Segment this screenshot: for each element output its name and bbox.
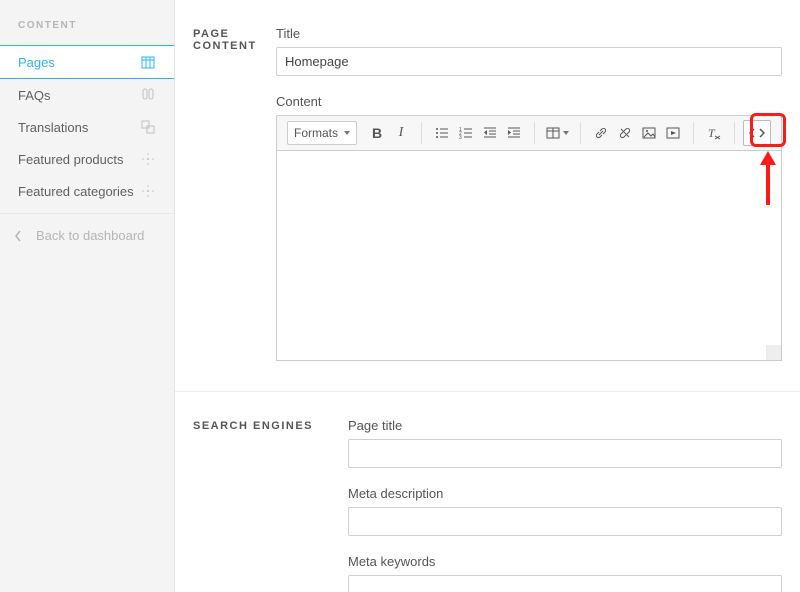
sidebar-item-pages[interactable]: Pages [0, 45, 174, 79]
svg-text:3: 3 [459, 135, 462, 140]
sidebar-heading: CONTENT [0, 20, 174, 45]
target-icon [140, 183, 156, 199]
main-content: PAGE CONTENT Title Content Formats [175, 0, 800, 592]
sidebar-item-label: FAQs [18, 88, 51, 103]
chevron-left-icon [14, 230, 22, 242]
sidebar-item-featured-categories[interactable]: Featured categories [0, 175, 174, 207]
toolbar-separator [421, 122, 422, 144]
rich-text-editor: Formats B I [276, 115, 782, 361]
chevron-down-icon [344, 131, 350, 135]
table-button[interactable] [543, 121, 572, 145]
sidebar: CONTENT Pages FAQs Translations Featured… [0, 0, 175, 592]
toolbar-separator [693, 122, 694, 144]
sidebar-item-featured-products[interactable]: Featured products [0, 143, 174, 175]
sidebar-item-faqs[interactable]: FAQs [0, 79, 174, 111]
calendar-icon [140, 54, 156, 70]
image-button[interactable] [637, 121, 661, 145]
page-title-input[interactable] [348, 439, 782, 468]
italic-button[interactable]: I [389, 121, 413, 145]
source-code-button[interactable] [743, 120, 771, 146]
section-page-content: PAGE CONTENT Title Content Formats [175, 0, 800, 392]
content-label: Content [276, 94, 782, 109]
faqs-icon [140, 87, 156, 103]
meta-description-input[interactable] [348, 507, 782, 536]
section-heading: PAGE CONTENT [193, 26, 276, 361]
sidebar-item-label: Featured products [18, 152, 124, 167]
bullet-list-button[interactable] [430, 121, 454, 145]
meta-description-label: Meta description [348, 486, 782, 501]
sidebar-item-label: Translations [18, 120, 88, 135]
formats-dropdown[interactable]: Formats [287, 121, 357, 145]
back-to-dashboard[interactable]: Back to dashboard [0, 213, 174, 257]
formats-label: Formats [294, 126, 338, 140]
content-textarea[interactable] [276, 151, 782, 361]
editor-toolbar: Formats B I [276, 115, 782, 151]
title-label: Title [276, 26, 782, 41]
sidebar-item-label: Pages [18, 55, 55, 70]
svg-text:T: T [708, 126, 716, 140]
section-search-engines: SEARCH ENGINES Page title Meta descripti… [175, 392, 800, 592]
sidebar-item-label: Featured categories [18, 184, 134, 199]
meta-keywords-label: Meta keywords [348, 554, 782, 569]
media-button[interactable] [661, 121, 685, 145]
indent-button[interactable] [502, 121, 526, 145]
toolbar-separator [734, 122, 735, 144]
sidebar-item-translations[interactable]: Translations [0, 111, 174, 143]
unlink-button[interactable] [613, 121, 637, 145]
title-input[interactable] [276, 47, 782, 76]
clear-formatting-button[interactable]: T [702, 121, 726, 145]
section-heading: SEARCH ENGINES [193, 418, 348, 592]
back-label: Back to dashboard [36, 228, 144, 243]
numbered-list-button[interactable]: 123 [454, 121, 478, 145]
outdent-button[interactable] [478, 121, 502, 145]
link-button[interactable] [589, 121, 613, 145]
bold-button[interactable]: B [365, 121, 389, 145]
page-title-label: Page title [348, 418, 782, 433]
target-icon [140, 151, 156, 167]
translations-icon [140, 119, 156, 135]
meta-keywords-input[interactable] [348, 575, 782, 592]
toolbar-separator [534, 122, 535, 144]
chevron-down-icon [563, 131, 569, 135]
toolbar-separator [580, 122, 581, 144]
